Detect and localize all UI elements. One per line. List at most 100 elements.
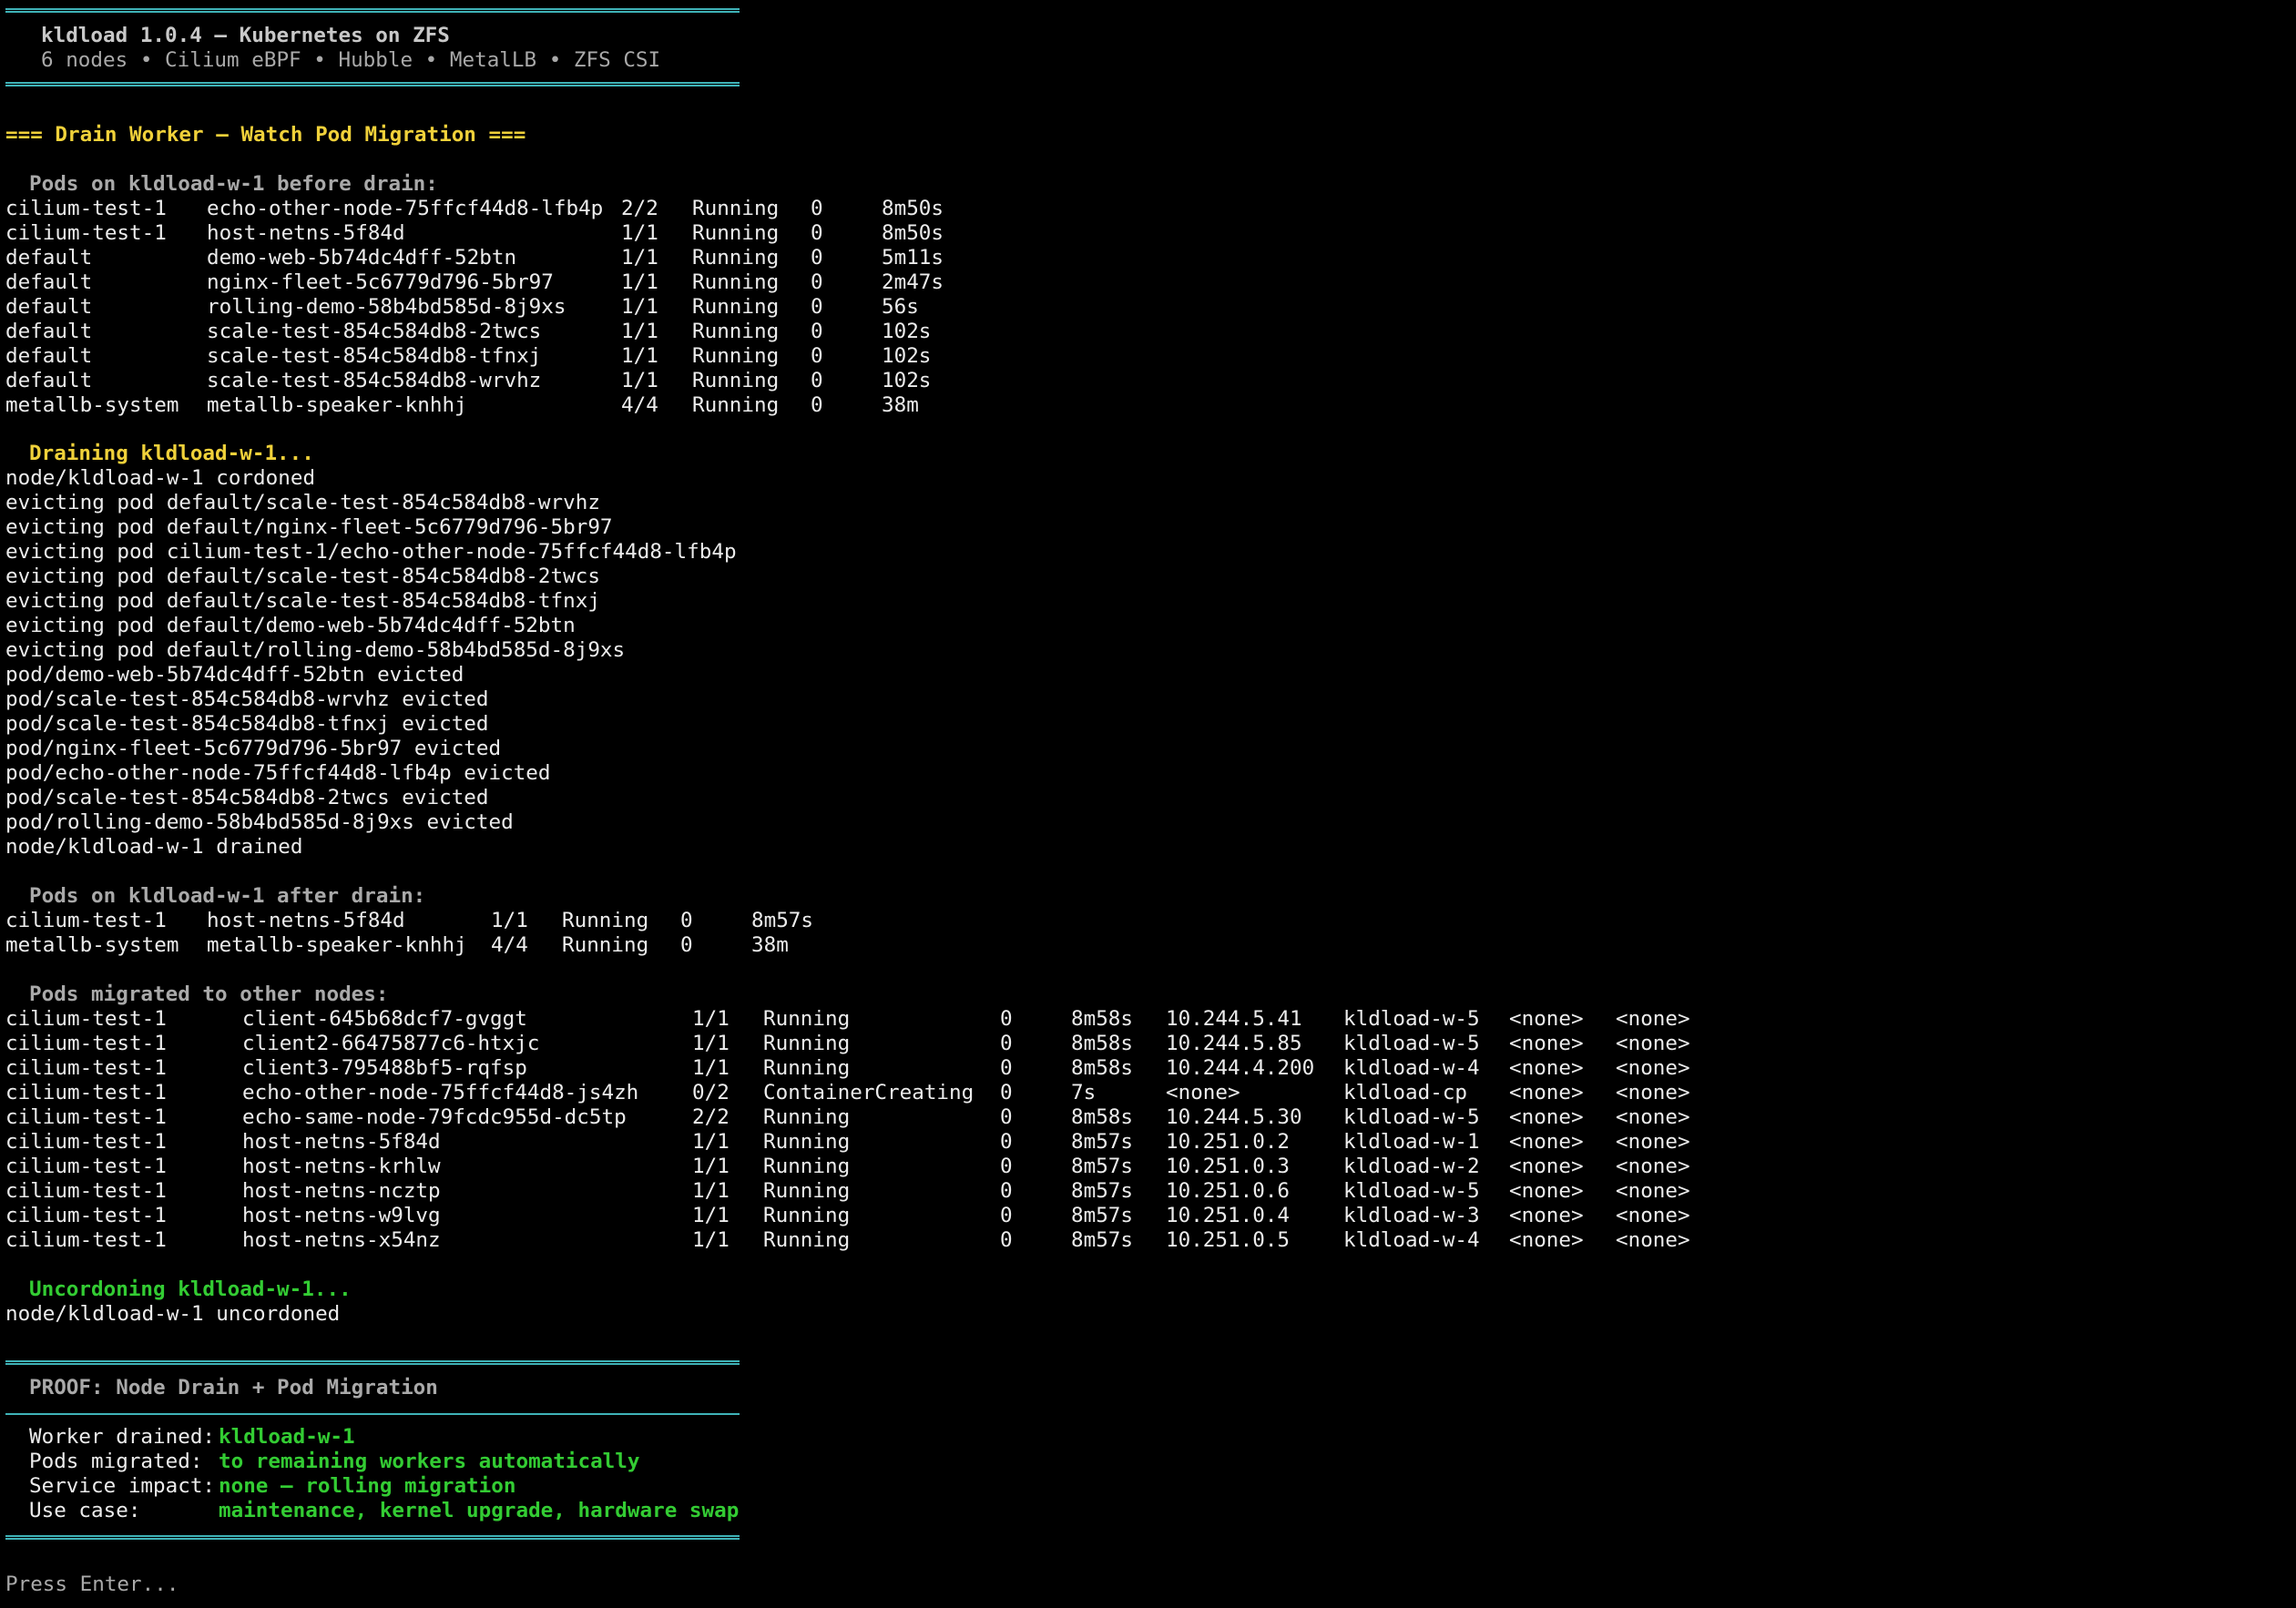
- table-cell: kldload-w-1: [1343, 1130, 1480, 1154]
- table-cell: cilium-test-1: [5, 1155, 167, 1178]
- table-cell: Running: [763, 1228, 851, 1252]
- table-cell: 38m: [882, 393, 919, 417]
- table-cell: 0: [1000, 1056, 1013, 1080]
- pod-row: cilium-test-1 echo-other-node-75ffcf44d8-…: [0, 197, 1821, 221]
- table-cell: Running: [763, 1155, 851, 1178]
- table-cell: 5m11s: [882, 246, 944, 270]
- banner-rule-bottom: [5, 82, 740, 87]
- table-cell: default: [5, 246, 93, 270]
- migrated-pod-row: cilium-test-1 host-netns-5f84d 1/1 Running 0…: [0, 1130, 1821, 1155]
- table-cell: 0: [1000, 1228, 1013, 1252]
- migrated-pod-row: cilium-test-1 host-netns-ncztp 1/1 Running 0…: [0, 1179, 1821, 1204]
- table-cell: 102s: [882, 369, 932, 392]
- table-cell: <none>: [1509, 1056, 1584, 1080]
- log-line: pod/rolling-demo-58b4bd585d-8j9xs evicte…: [5, 810, 514, 834]
- table-cell: 2/2: [621, 197, 658, 220]
- table-cell: nginx-fleet-5c6779d796-5br97: [207, 270, 554, 294]
- table-cell: 8m57s: [1071, 1130, 1134, 1154]
- proof-value: kldload-w-1: [219, 1425, 355, 1449]
- table-cell: 2/2: [692, 1105, 730, 1129]
- uncordon-log: node/kldload-w-1 uncordoned: [5, 1302, 341, 1326]
- table-cell: 1/1: [692, 1155, 730, 1178]
- table-cell: 0: [1000, 1179, 1013, 1203]
- table-cell: 8m58s: [1071, 1007, 1134, 1031]
- table-cell: <none>: [1166, 1081, 1240, 1104]
- table-cell: <none>: [1616, 1056, 1690, 1080]
- table-cell: cilium-test-1: [5, 1056, 167, 1080]
- pod-row: metallb-system metallb-speaker-knhhj 4/4 Ru…: [0, 933, 1821, 958]
- table-cell: cilium-test-1: [5, 1179, 167, 1203]
- table-cell: default: [5, 369, 93, 392]
- table-cell: 8m57s: [1071, 1228, 1134, 1252]
- terminal-screen[interactable]: kldload 1.0.4 — Kubernetes on ZFS 6 node…: [0, 0, 2296, 1608]
- table-cell: kldload-w-4: [1343, 1228, 1480, 1252]
- table-cell: 1/1: [621, 369, 658, 392]
- table-cell: 0: [680, 909, 693, 932]
- table-cell: cilium-test-1: [5, 1130, 167, 1154]
- log-line: evicting pod default/rolling-demo-58b4bd…: [5, 638, 626, 662]
- log-line: evicting pod default/nginx-fleet-5c6779d…: [5, 515, 613, 539]
- table-cell: 10.244.4.200: [1166, 1056, 1315, 1080]
- table-cell: 0: [811, 246, 823, 270]
- table-cell: 0: [811, 197, 823, 220]
- table-cell: kldload-w-5: [1343, 1179, 1480, 1203]
- before-drain-heading: Pods on kldload-w-1 before drain:: [29, 172, 438, 196]
- proof-value: maintenance, kernel upgrade, hardware sw…: [219, 1499, 740, 1522]
- table-cell: 0: [811, 295, 823, 319]
- table-cell: 10.244.5.85: [1166, 1032, 1302, 1055]
- pod-row: metallb-system metallb-speaker-knhhj 4/4 Ru…: [0, 393, 1821, 418]
- log-line: evicting pod cilium-test-1/echo-other-no…: [5, 540, 737, 564]
- table-cell: metallb-speaker-knhhj: [207, 393, 467, 417]
- log-line: evicting pod default/scale-test-854c584d…: [5, 565, 600, 588]
- table-cell: Running: [692, 246, 780, 270]
- table-cell: kldload-w-5: [1343, 1007, 1480, 1031]
- table-cell: 1/1: [621, 246, 658, 270]
- table-cell: echo-other-node-75ffcf44d8-lfb4p: [207, 197, 604, 220]
- table-cell: 10.244.5.30: [1166, 1105, 1302, 1129]
- proof-label: Pods migrated:: [29, 1450, 203, 1473]
- migrated-pod-row: cilium-test-1 client-645b68dcf7-gvggt 1/1 R…: [0, 1007, 1821, 1032]
- log-line: pod/demo-web-5b74dc4dff-52btn evicted: [5, 663, 464, 687]
- table-cell: kldload-cp: [1343, 1081, 1468, 1104]
- table-cell: <none>: [1616, 1105, 1690, 1129]
- table-cell: 102s: [882, 344, 932, 368]
- table-cell: 10.251.0.4: [1166, 1204, 1291, 1227]
- pod-row: default nginx-fleet-5c6779d796-5br97 1/1 Ru…: [0, 270, 1821, 295]
- table-cell: Running: [763, 1007, 851, 1031]
- table-cell: host-netns-ncztp: [242, 1179, 441, 1203]
- pod-row: cilium-test-1 host-netns-5f84d 1/1 Running 0…: [0, 909, 1821, 933]
- table-cell: Running: [763, 1204, 851, 1227]
- pod-row: default demo-web-5b74dc4dff-52btn 1/1 Runni…: [0, 246, 1821, 270]
- table-cell: cilium-test-1: [5, 1228, 167, 1252]
- table-cell: 0: [1000, 1130, 1013, 1154]
- table-cell: kldload-w-2: [1343, 1155, 1480, 1178]
- press-enter-prompt[interactable]: Press Enter...: [5, 1572, 179, 1597]
- proof-rule-top: [5, 1360, 740, 1365]
- migrated-pod-row: cilium-test-1 client3-795488bf5-rqfsp 1/1 R…: [0, 1056, 1821, 1081]
- uncordon-heading: Uncordoning kldload-w-1...: [29, 1277, 352, 1301]
- table-cell: Running: [763, 1105, 851, 1129]
- proof-label: Service impact:: [29, 1474, 216, 1498]
- table-cell: 7s: [1071, 1081, 1097, 1104]
- table-cell: 8m50s: [882, 221, 944, 245]
- table-cell: kldload-w-3: [1343, 1204, 1480, 1227]
- table-cell: 10.251.0.2: [1166, 1130, 1291, 1154]
- table-cell: Running: [763, 1130, 851, 1154]
- table-cell: kldload-w-5: [1343, 1105, 1480, 1129]
- table-cell: host-netns-5f84d: [207, 221, 405, 245]
- table-cell: metallb-system: [5, 393, 179, 417]
- table-cell: 8m57s: [1071, 1179, 1134, 1203]
- pod-row: default scale-test-854c584db8-2twcs 1/1 Run…: [0, 320, 1821, 344]
- table-cell: <none>: [1616, 1081, 1690, 1104]
- pod-row: default scale-test-854c584db8-tfnxj 1/1 Run…: [0, 344, 1821, 369]
- table-cell: 8m57s: [1071, 1204, 1134, 1227]
- table-cell: scale-test-854c584db8-tfnxj: [207, 344, 542, 368]
- table-cell: <none>: [1509, 1105, 1584, 1129]
- table-cell: cilium-test-1: [5, 1032, 167, 1055]
- after-drain-heading: Pods on kldload-w-1 after drain:: [29, 884, 426, 908]
- proof-label: Use case:: [29, 1499, 141, 1522]
- table-cell: default: [5, 320, 93, 343]
- table-cell: 0/2: [692, 1081, 730, 1104]
- table-cell: rolling-demo-58b4bd585d-8j9xs: [207, 295, 566, 319]
- table-cell: 8m58s: [1071, 1032, 1134, 1055]
